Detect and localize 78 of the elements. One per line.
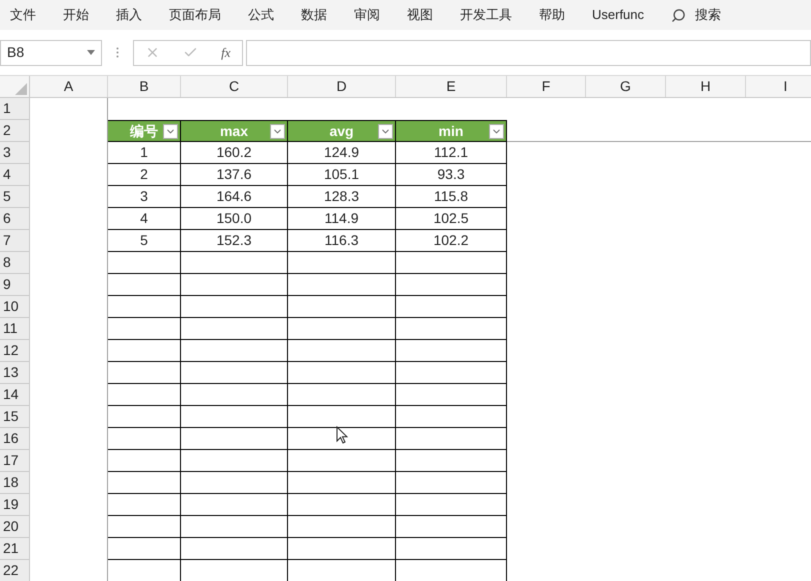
formula-input[interactable] — [246, 40, 811, 66]
filter-button[interactable] — [270, 124, 285, 139]
column-header[interactable]: C — [181, 76, 288, 97]
column-title: max — [220, 122, 248, 140]
row-header[interactable]: 10 — [0, 296, 30, 318]
drag-handle-icon[interactable] — [116, 47, 119, 58]
row-header[interactable]: 16 — [0, 428, 30, 450]
row-header[interactable]: 7 — [0, 230, 30, 252]
menu-tab[interactable]: 开发工具 — [460, 5, 512, 25]
column-title: 编号 — [130, 122, 158, 140]
menu-tab[interactable]: 页面布局 — [169, 5, 221, 25]
row-header[interactable]: 2 — [0, 120, 30, 142]
row-header[interactable]: 12 — [0, 340, 30, 362]
search-icon[interactable] — [671, 8, 686, 22]
table-cell: 93.3 — [396, 164, 507, 186]
table-cell: 128.3 — [288, 186, 396, 208]
insert-function-button[interactable]: fx — [221, 42, 231, 62]
table-cell: 116.3 — [288, 230, 396, 252]
column-header[interactable]: H — [666, 76, 746, 97]
row-header[interactable]: 8 — [0, 252, 30, 274]
filter-button[interactable] — [489, 124, 504, 139]
search-label[interactable]: 搜索 — [695, 5, 722, 25]
row-header[interactable]: 1 — [0, 98, 30, 120]
table-cell: 105.1 — [288, 164, 396, 186]
table-cell: 115.8 — [396, 186, 507, 208]
column-header[interactable]: A — [30, 76, 108, 97]
table-cell: 150.0 — [181, 208, 288, 230]
menu-tab[interactable]: 文件 — [10, 5, 36, 25]
row-header[interactable]: 17 — [0, 450, 30, 472]
filter-button[interactable] — [378, 124, 393, 139]
row-header[interactable]: 3 — [0, 142, 30, 164]
column-title: min — [438, 122, 464, 140]
table-cell: 2 — [108, 164, 181, 186]
menu-tab[interactable]: 视图 — [407, 5, 433, 25]
column-header[interactable]: D — [288, 76, 396, 97]
menu-tab[interactable]: 数据 — [301, 5, 327, 25]
column-header[interactable]: B — [108, 76, 181, 97]
menu-tab[interactable]: 公式 — [248, 5, 274, 25]
menu-tab[interactable]: Userfunc — [592, 5, 644, 25]
mouse-cursor-icon — [336, 426, 348, 444]
column-header[interactable]: G — [586, 76, 666, 97]
row-header[interactable]: 13 — [0, 362, 30, 384]
menu-tab[interactable]: 插入 — [116, 5, 142, 25]
row-header[interactable]: 19 — [0, 494, 30, 516]
table-cell: 102.5 — [396, 208, 507, 230]
column-header[interactable]: E — [396, 76, 507, 97]
filter-button[interactable] — [163, 124, 178, 139]
menu-tab[interactable]: 帮助 — [539, 5, 565, 25]
row-header[interactable]: 15 — [0, 406, 30, 428]
row-header[interactable]: 9 — [0, 274, 30, 296]
table-cell: 5 — [108, 230, 181, 252]
column-header[interactable]: I — [746, 76, 811, 97]
table-cell: 114.9 — [288, 208, 396, 230]
menu-tab[interactable]: 审阅 — [354, 5, 380, 25]
column-header[interactable]: F — [507, 76, 586, 97]
table-cell: 124.9 — [288, 142, 396, 164]
table-cell: 4 — [108, 208, 181, 230]
table-cell: 3 — [108, 186, 181, 208]
table-cell: 1 — [108, 142, 181, 164]
row-header[interactable]: 5 — [0, 186, 30, 208]
row-header[interactable]: 11 — [0, 318, 30, 340]
table-cell: 102.2 — [396, 230, 507, 252]
row-header[interactable]: 6 — [0, 208, 30, 230]
dropdown-icon — [87, 50, 95, 55]
row-header[interactable]: 14 — [0, 384, 30, 406]
name-box[interactable]: B8 — [0, 40, 102, 66]
row-header[interactable]: 18 — [0, 472, 30, 494]
row-header[interactable]: 20 — [0, 516, 30, 538]
table-cell: 164.6 — [181, 186, 288, 208]
table-cell: 160.2 — [181, 142, 288, 164]
table-cell: 137.6 — [181, 164, 288, 186]
row-header[interactable]: 21 — [0, 538, 30, 560]
row-header[interactable]: 22 — [0, 560, 30, 581]
menu-tab[interactable]: 开始 — [63, 5, 89, 25]
table-cell: 112.1 — [396, 142, 507, 164]
column-title: avg — [329, 122, 354, 141]
table-cell: 152.3 — [181, 230, 288, 252]
row-header[interactable]: 4 — [0, 164, 30, 186]
